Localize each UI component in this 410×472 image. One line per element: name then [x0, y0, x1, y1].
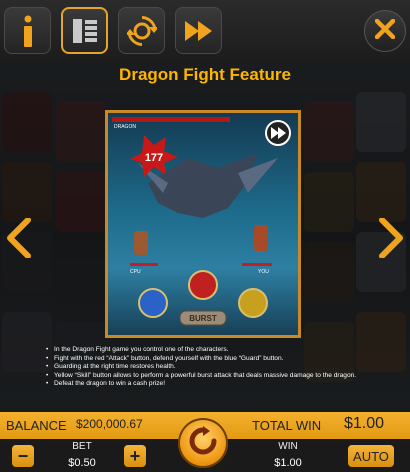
rule-item: Defeat the dragon to win a cash prize! [46, 380, 396, 389]
paytable-icon [72, 18, 97, 43]
balance-label: BALANCE [6, 418, 67, 433]
rule-item: In the Dragon Fight game you control one… [46, 346, 396, 355]
you-label: YOU [258, 269, 269, 275]
top-toolbar [0, 0, 410, 62]
total-win-value: $1.00 [344, 415, 385, 432]
bet-label: BET [72, 441, 92, 452]
rule-item: Fight with the red “Attack” button, defe… [46, 355, 396, 364]
guard-button [138, 288, 168, 318]
skill-button [238, 288, 268, 318]
cpu-label: CPU [130, 269, 141, 275]
rule-item: Guarding at the right time restores heal… [46, 363, 396, 372]
bet-increase-button[interactable]: + [124, 445, 146, 467]
attack-button [188, 270, 218, 300]
close-button[interactable] [364, 10, 406, 52]
autoplay-button[interactable] [118, 7, 165, 54]
close-icon [374, 18, 396, 44]
damage-number: 177 [145, 152, 163, 164]
cpu-character [134, 231, 148, 255]
spin-button[interactable] [178, 418, 228, 468]
total-win-label: TOTAL WIN [252, 418, 322, 433]
cycle-icon [126, 15, 157, 46]
spin-icon [188, 425, 218, 461]
page-title: Dragon Fight Feature [119, 65, 291, 84]
player-character [254, 225, 268, 251]
boss-label: DRAGON [114, 124, 136, 130]
bet-value: $0.50 [68, 457, 96, 469]
balance-value: $200,000.67 [76, 417, 143, 431]
win-value: $1.00 [274, 457, 302, 469]
rule-item: Yellow “Skill” button allows to perform … [46, 372, 396, 381]
burst-label: BURST [189, 314, 217, 323]
feature-preview: DRAGON 177 CPU YOU BURST [105, 110, 301, 338]
next-page-button[interactable] [378, 218, 404, 258]
feature-rules: In the Dragon Fight game you control one… [46, 346, 396, 389]
boss-health-bar [112, 117, 230, 122]
win-label: WIN [278, 441, 298, 452]
fast-forward-icon [184, 20, 213, 41]
info-button[interactable] [4, 7, 51, 54]
info-icon [21, 15, 35, 47]
bet-decrease-button[interactable]: − [12, 445, 34, 467]
paytable-button[interactable] [61, 7, 108, 54]
prev-page-button[interactable] [6, 218, 32, 258]
fast-button[interactable] [175, 7, 222, 54]
auto-button[interactable]: AUTO [348, 445, 394, 467]
